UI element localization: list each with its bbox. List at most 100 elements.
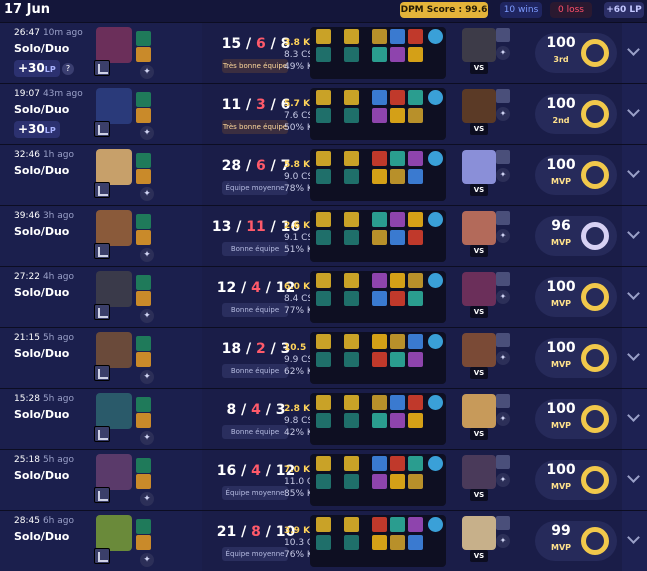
item-icon xyxy=(390,108,405,123)
match-stats: 5.7 K 7.6 CS 50% K xyxy=(284,99,314,133)
item-icon xyxy=(390,29,405,44)
expand-chevron-icon[interactable] xyxy=(622,145,647,205)
match-row[interactable]: 39:46 3h ago Solo/Duo ✦ 13 / 11 / 16 Bonn… xyxy=(0,205,647,266)
expand-chevron-icon[interactable] xyxy=(622,206,647,266)
champion-portrait xyxy=(96,149,132,185)
role-icon: ✦ xyxy=(140,431,154,445)
expand-chevron-icon[interactable] xyxy=(622,328,647,388)
summoner-spell-icon xyxy=(136,92,151,107)
opponent-mini-portrait xyxy=(496,333,510,347)
expand-chevron-icon[interactable] xyxy=(622,511,647,571)
item-icon xyxy=(408,334,423,349)
rune-icon xyxy=(316,47,331,62)
build-panel xyxy=(310,332,446,384)
lane-icon xyxy=(94,304,110,320)
vs-label: VS xyxy=(470,428,488,440)
match-summary: 15:28 5h ago Solo/Duo ✦ xyxy=(0,389,202,449)
match-row[interactable]: 26:47 10m ago Solo/Duo +30LP? ✦ 15 / 6 / … xyxy=(0,22,647,83)
opponent-champion-portrait xyxy=(462,211,496,245)
match-time: 21:15 5h ago xyxy=(14,333,74,343)
summoner-spell-icon xyxy=(136,474,151,489)
rune-icon xyxy=(344,517,359,532)
item-icon xyxy=(390,474,405,489)
summoner-spell-icon xyxy=(136,31,151,46)
summoner-spell-icon xyxy=(136,275,151,290)
performance-score: 100 2nd xyxy=(535,94,617,134)
summoner-spell-icon xyxy=(136,169,151,184)
summoner-spell-icon xyxy=(136,291,151,306)
vs-label: VS xyxy=(470,550,488,562)
opponent: ✦ VS xyxy=(462,89,514,139)
queue-type: Solo/Duo xyxy=(14,103,70,116)
trinket-icon xyxy=(428,456,443,471)
queue-type: Solo/Duo xyxy=(14,42,70,55)
opponent-role-icon: ✦ xyxy=(496,107,510,121)
item-icon xyxy=(372,395,387,410)
match-row[interactable]: 15:28 5h ago Solo/Duo ✦ 8 / 4 / 3 Bonne é… xyxy=(0,388,647,449)
loss-badge: 0 loss xyxy=(550,2,592,18)
score-ring-icon xyxy=(581,344,609,372)
queue-type: Solo/Duo xyxy=(14,347,70,360)
role-icon: ✦ xyxy=(140,248,154,262)
summoner-spell-icon xyxy=(136,413,151,428)
help-icon[interactable]: ? xyxy=(62,63,74,75)
match-summary: 21:15 5h ago Solo/Duo ✦ xyxy=(0,328,202,388)
opponent: ✦ VS xyxy=(462,333,514,383)
match-summary: 39:46 3h ago Solo/Duo ✦ xyxy=(0,206,202,266)
role-icon: ✦ xyxy=(140,126,154,140)
item-icon xyxy=(372,456,387,471)
expand-chevron-icon[interactable] xyxy=(622,389,647,449)
build-panel xyxy=(310,515,446,567)
match-row[interactable]: 28:45 6h ago Solo/Duo ✦ 21 / 8 / 10 Équip… xyxy=(0,510,647,571)
summoner-spell-icon xyxy=(136,336,151,351)
item-icon xyxy=(390,291,405,306)
queue-type: Solo/Duo xyxy=(14,469,70,482)
opponent-champion-portrait xyxy=(462,89,496,123)
lane-icon xyxy=(94,182,110,198)
rune-icon xyxy=(316,474,331,489)
opponent: ✦ VS xyxy=(462,28,514,78)
item-icon xyxy=(390,90,405,105)
item-icon xyxy=(408,90,423,105)
expand-chevron-icon[interactable] xyxy=(622,84,647,144)
item-icon xyxy=(408,535,423,550)
role-icon: ✦ xyxy=(140,370,154,384)
match-row[interactable]: 25:18 5h ago Solo/Duo ✦ 16 / 4 / 12 Équip… xyxy=(0,449,647,510)
expand-chevron-icon[interactable] xyxy=(622,23,647,83)
performance-score: 99 MVP xyxy=(535,521,617,561)
opponent-mini-portrait xyxy=(496,28,510,42)
item-icon xyxy=(372,474,387,489)
match-row[interactable]: 27:22 4h ago Solo/Duo ✦ 12 / 4 / 12 Bonne… xyxy=(0,266,647,327)
champion-portrait xyxy=(96,27,132,63)
team-rating-tag: Très bonne équipe xyxy=(222,59,288,73)
expand-chevron-icon[interactable] xyxy=(622,267,647,327)
rune-icon xyxy=(344,291,359,306)
opponent-champion-portrait xyxy=(462,333,496,367)
lane-icon xyxy=(94,548,110,564)
performance-score: 100 MVP xyxy=(535,460,617,500)
build-panel xyxy=(310,149,446,201)
team-rating-tag: Très bonne équipe xyxy=(222,120,288,134)
item-icon xyxy=(372,230,387,245)
opponent-champion-portrait xyxy=(462,28,496,62)
rune-icon xyxy=(316,413,331,428)
opponent: ✦ VS xyxy=(462,516,514,566)
item-icon xyxy=(390,413,405,428)
item-icon xyxy=(408,273,423,288)
rune-icon xyxy=(316,108,331,123)
match-row[interactable]: 32:46 1h ago Solo/Duo ✦ 28 / 6 / 7 Équipe… xyxy=(0,144,647,205)
rune-icon xyxy=(316,395,331,410)
opponent-mini-portrait xyxy=(496,516,510,530)
expand-chevron-icon[interactable] xyxy=(622,450,647,510)
item-icon xyxy=(390,151,405,166)
match-row[interactable]: 19:07 43m ago Solo/Duo +30LP ✦ 11 / 3 / 6… xyxy=(0,83,647,144)
opponent-mini-portrait xyxy=(496,394,510,408)
rune-icon xyxy=(316,212,331,227)
opponent-champion-portrait xyxy=(462,394,496,428)
match-row[interactable]: 21:15 5h ago Solo/Duo ✦ 18 / 2 / 3 Bonne … xyxy=(0,327,647,388)
rune-icon xyxy=(344,273,359,288)
team-rating-tag: Bonne équipe xyxy=(222,242,288,256)
item-icon xyxy=(372,291,387,306)
opponent-role-icon: ✦ xyxy=(496,46,510,60)
opponent-champion-portrait xyxy=(462,272,496,306)
